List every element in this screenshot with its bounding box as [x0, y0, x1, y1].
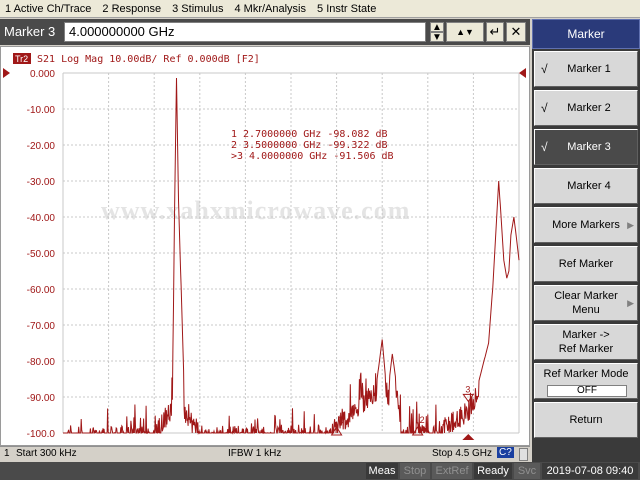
menu-mkr-analysis[interactable]: 4 Mkr/Analysis — [229, 3, 312, 15]
svc-status: Svc — [514, 463, 540, 479]
softkey-label-line1: Clear Marker — [554, 290, 618, 302]
chevron-right-icon: ▶ — [627, 298, 634, 308]
trace-display[interactable]: www.xahxmicrowave.com 0.000 -10.00 -20.00 -3… — [0, 46, 530, 446]
y-tick-label: -50.00 — [27, 249, 56, 260]
marker-frequency-input[interactable]: 4.000000000 GHz — [64, 22, 426, 42]
watermark-text: www.xahxmicrowave.com — [101, 196, 410, 225]
softkey-label-line2: Menu — [572, 304, 600, 316]
y-tick-label: 0.000 — [30, 69, 55, 80]
softkey-return[interactable]: Return — [534, 402, 638, 438]
softkey-clear-marker-menu[interactable]: Clear Marker Menu ▶ — [534, 285, 638, 321]
channel-number: 1 — [4, 448, 10, 459]
close-entry-button[interactable]: ✕ — [506, 22, 526, 42]
softkey-ref-marker-mode[interactable]: Ref Marker Mode OFF — [534, 363, 638, 399]
menu-bar: 1 Active Ch/Trace 2 Response 3 Stimulus … — [0, 0, 640, 18]
step-down-button[interactable]: ▼ — [430, 32, 444, 43]
y-tick-label: -30.00 — [27, 177, 56, 188]
marker-readout-row: 1 2.7000000 GHz -98.082 dB — [231, 129, 388, 140]
correction-badge: C? — [497, 447, 514, 458]
softkey-more-markers[interactable]: More Markers ▶ — [534, 207, 638, 243]
menu-active-ch-trace[interactable]: 1 Active Ch/Trace — [0, 3, 97, 15]
start-frequency[interactable]: Start 300 kHz — [16, 448, 77, 459]
entry-bar: Marker 3 4.000000000 GHz ▲ ▼ ▲▼ ↵ ✕ — [0, 19, 530, 45]
y-tick-label: -20.00 — [27, 141, 56, 152]
trace-header: S21 Log Mag 10.00dB/ Ref 0.000dB [F2] — [37, 54, 260, 65]
y-tick-label: -60.00 — [27, 285, 56, 296]
softkey-label-line1: Marker -> — [562, 329, 610, 341]
softkey-marker-to-ref[interactable]: Marker -> Ref Marker — [534, 324, 638, 360]
stop-status: Stop — [400, 463, 430, 479]
softkey-panel: Marker √ Marker 1 √ Marker 2 √ Marker 3 … — [532, 19, 640, 462]
trace-chart: www.xahxmicrowave.com 0.000 -10.00 -20.00 -3… — [3, 53, 526, 440]
meas-status: Meas — [366, 463, 398, 479]
marker-label: 3 — [465, 384, 470, 394]
step-double-arrow-button[interactable]: ▲▼ — [446, 22, 484, 42]
instrument-status-bar: Meas Stop ExtRef Ready Svc 2019-07-08 09… — [0, 462, 640, 480]
chevron-right-icon: ▶ — [627, 220, 634, 230]
y-tick-label: -90.00 — [27, 393, 56, 404]
ifbw-value[interactable]: IFBW 1 kHz — [228, 448, 281, 459]
ref-level-right-icon — [519, 68, 526, 78]
step-up-button[interactable]: ▲ — [430, 22, 444, 33]
channel-status-bar: 1 Start 300 kHz IFBW 1 kHz Stop 4.5 GHz … — [0, 446, 530, 462]
entry-label: Marker 3 — [4, 24, 56, 39]
softkey-label: Ref Marker — [558, 258, 614, 270]
softkey-marker-2[interactable]: √ Marker 2 — [534, 90, 638, 126]
softkey-label: Marker 4 — [567, 180, 611, 192]
ready-status: Ready — [474, 463, 512, 479]
stop-frequency[interactable]: Stop 4.5 GHz — [432, 448, 492, 459]
trace-badge: Tr2 — [15, 54, 28, 64]
marker-label: 2 — [420, 415, 425, 425]
double-arrow-icon: ▲▼ — [456, 27, 474, 37]
active-marker-indicator-icon — [462, 434, 475, 440]
marker-label: 1 — [339, 415, 344, 425]
y-tick-label: -70.00 — [27, 321, 56, 332]
marker-readout-row: >3 4.0000000 GHz -91.506 dB — [231, 151, 394, 162]
menu-response[interactable]: 2 Response — [97, 3, 167, 15]
menu-instr-state[interactable]: 5 Instr State — [312, 3, 382, 15]
ref-level-left-icon — [3, 68, 10, 78]
extref-status: ExtRef — [432, 463, 472, 479]
y-tick-label: -10.00 — [27, 105, 56, 116]
softkey-marker-1[interactable]: √ Marker 1 — [534, 51, 638, 87]
datetime: 2019-07-08 09:40 — [542, 463, 638, 479]
softkey-label: Marker 1 — [567, 63, 611, 75]
softkey-label: Marker 3 — [567, 141, 611, 153]
softkey-title: Marker — [532, 19, 640, 49]
y-tick-label: -40.00 — [27, 213, 56, 224]
marker-readout-row: 2 3.5000000 GHz -99.322 dB — [231, 140, 388, 151]
softkey-label: More Markers — [552, 219, 620, 231]
softkey-label: Marker 2 — [567, 102, 611, 114]
softkey-label: Ref Marker Mode — [543, 368, 629, 380]
softkey-label: Return — [569, 414, 603, 426]
ref-marker-mode-value: OFF — [547, 385, 627, 397]
y-tick-label: -80.00 — [27, 357, 56, 368]
softkey-marker-3[interactable]: √ Marker 3 — [534, 129, 638, 165]
status-button[interactable] — [519, 448, 528, 461]
y-tick-label: -100.0 — [27, 429, 56, 440]
softkey-marker-4[interactable]: Marker 4 — [534, 168, 638, 204]
menu-stimulus[interactable]: 3 Stimulus — [167, 3, 229, 15]
softkey-ref-marker[interactable]: Ref Marker — [534, 246, 638, 282]
enter-button[interactable]: ↵ — [486, 22, 504, 42]
softkey-label-line2: Ref Marker — [558, 343, 614, 355]
